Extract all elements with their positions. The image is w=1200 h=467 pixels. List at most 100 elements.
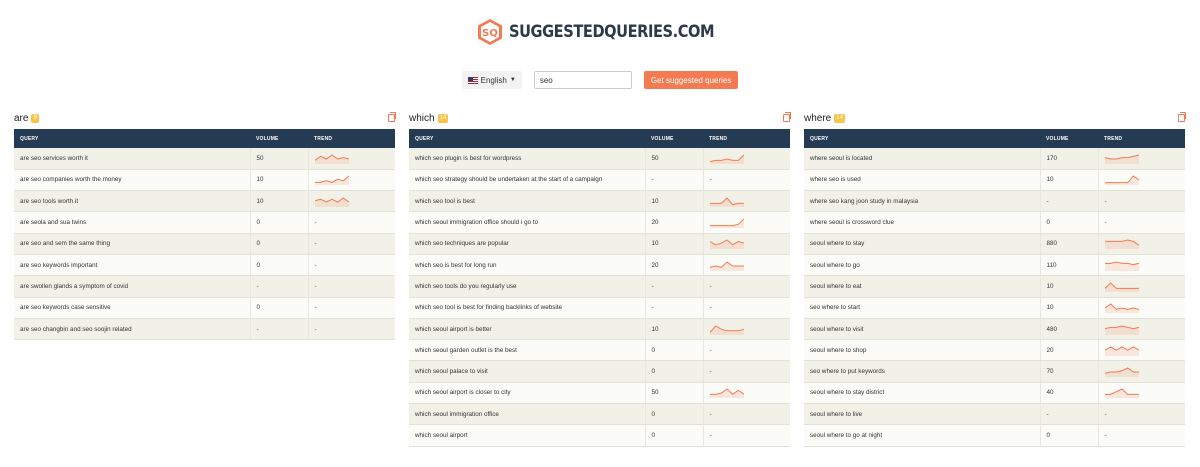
table-row[interactable]: which seo strategy should be undertaken … — [409, 169, 790, 192]
table-row[interactable]: where seoul is crossword clue 0 - — [804, 211, 1185, 234]
volume-cell: 20 — [645, 254, 704, 277]
query-cell[interactable]: are seola and sua twins — [14, 211, 251, 234]
query-cell[interactable]: which seo tools do you regularly use — [409, 275, 646, 298]
table-row[interactable]: are seo keywords important 0 - — [14, 254, 395, 277]
trend-header[interactable]: TREND — [1098, 129, 1185, 148]
query-cell[interactable]: which seoul garden outlet is the best — [409, 339, 646, 362]
table-row[interactable]: seoul where to stay district 40 — [804, 382, 1185, 405]
copy-icon[interactable] — [1178, 112, 1186, 122]
query-cell[interactable]: which seo techniques are popular — [409, 233, 646, 255]
volume-header[interactable]: VOLUME — [645, 129, 703, 148]
trend-sparkline — [709, 388, 744, 399]
trend-header[interactable]: TREND — [703, 129, 790, 148]
query-cell[interactable]: where seoul is crossword clue — [804, 211, 1041, 234]
table-row[interactable]: are seo companies worth the money 10 — [14, 169, 395, 192]
query-cell[interactable]: which seo strategy should be undertaken … — [409, 169, 646, 192]
query-cell[interactable]: seoul where to go at night — [804, 424, 1041, 447]
table-row[interactable]: which seoul garden outlet is the best 0 … — [409, 339, 790, 362]
query-cell[interactable]: which seoul airport is better — [409, 318, 646, 341]
table-row[interactable]: which seo tool is best 10 — [409, 190, 790, 213]
query-cell[interactable]: which seoul airport — [409, 424, 646, 447]
table-row[interactable]: which seoul airport is better 10 — [409, 318, 790, 341]
table-row[interactable]: seoul where to stay 880 — [804, 233, 1185, 255]
query-cell[interactable]: which seo tool is best for finding backl… — [409, 297, 646, 319]
table-row[interactable]: seoul where to live - - — [804, 403, 1185, 426]
query-cell[interactable]: seoul where to go — [804, 254, 1041, 277]
volume-header[interactable]: VOLUME — [1040, 129, 1098, 148]
query-cell[interactable]: are seo services worth it — [14, 148, 251, 170]
table-row[interactable]: are seo services worth it 50 — [14, 148, 395, 170]
query-cell[interactable]: which seo is best for long run — [409, 254, 646, 277]
table-row[interactable]: are seo changbin and seo soojin related … — [14, 318, 395, 341]
table-row[interactable]: seoul where to eat 10 — [804, 275, 1185, 298]
search-input[interactable] — [533, 71, 632, 89]
query-cell[interactable]: are seo keywords case sensitive — [14, 297, 251, 319]
table-row[interactable]: which seoul palace to visit 0 - — [409, 360, 790, 383]
query-cell[interactable]: seoul where to stay — [804, 233, 1041, 255]
table-row[interactable]: seoul where to go 110 — [804, 254, 1185, 277]
table-row[interactable]: where seoul is located 170 — [804, 148, 1185, 170]
query-cell[interactable]: seoul where to shop — [804, 339, 1041, 362]
query-cell[interactable]: which seoul immigration office should i … — [409, 211, 646, 234]
table-row[interactable]: are swollen glands a symptom of covid - … — [14, 275, 395, 298]
query-cell[interactable]: seoul where to stay district — [804, 382, 1041, 405]
table-row[interactable]: which seoul airport 0 - — [409, 424, 790, 447]
query-cell[interactable]: which seo tool is best — [409, 190, 646, 213]
table-row[interactable]: seo where to put keywords 70 — [804, 360, 1185, 383]
query-cell[interactable]: where seo kang joon study in malaysia — [804, 190, 1041, 213]
table-row[interactable]: which seo plugin is best for wordpress 5… — [409, 148, 790, 170]
query-header[interactable]: QUERY — [804, 129, 1040, 148]
query-cell[interactable]: are seo and sem the same thing — [14, 233, 251, 255]
table-row[interactable]: seoul where to go at night 0 - — [804, 424, 1185, 447]
table-row[interactable]: are seola and sua twins 0 - — [14, 211, 395, 234]
query-cell[interactable]: where seo is used — [804, 169, 1041, 192]
table-row[interactable]: are seo keywords case sensitive 0 - — [14, 297, 395, 319]
table-row[interactable]: which seoul immigration office 0 - — [409, 403, 790, 426]
table-row[interactable]: are seo tools worth it 10 — [14, 190, 395, 213]
table-row[interactable]: are seo and sem the same thing 0 - — [14, 233, 395, 255]
get-suggested-queries-button[interactable]: Get suggested queries — [643, 71, 739, 89]
table-row[interactable]: which seo tools do you regularly use - - — [409, 275, 790, 298]
query-cell[interactable]: are swollen glands a symptom of covid — [14, 275, 251, 298]
table-row[interactable]: which seo tool is best for finding backl… — [409, 297, 790, 319]
query-cell[interactable]: seoul where to visit — [804, 318, 1041, 341]
table-row[interactable]: which seo techniques are popular 10 — [409, 233, 790, 255]
query-header[interactable]: QUERY — [409, 129, 645, 148]
column-title: which — [409, 112, 435, 124]
table-row[interactable]: which seo is best for long run 20 — [409, 254, 790, 277]
table-row[interactable]: which seoul airport is closer to city 50 — [409, 382, 790, 405]
query-cell[interactable]: where seoul is located — [804, 148, 1041, 170]
column-title: where — [804, 112, 832, 124]
table-row[interactable]: where seo is used 10 — [804, 169, 1185, 192]
results-column-which: which 14 QUERY VOLUME TREND which seo pl… — [409, 112, 791, 447]
volume-cell: 0 — [645, 360, 704, 383]
copy-icon[interactable] — [388, 112, 396, 122]
language-dropdown[interactable]: English ▼ — [461, 71, 522, 89]
table-header-row: QUERY VOLUME TREND — [409, 129, 790, 148]
table-row[interactable]: where seo kang joon study in malaysia - … — [804, 190, 1185, 213]
query-header[interactable]: QUERY — [14, 129, 250, 148]
volume-cell: - — [1040, 403, 1099, 426]
trend-area — [1104, 346, 1139, 356]
query-cell[interactable]: which seoul immigration office — [409, 403, 646, 426]
table-row[interactable]: seo where to start 10 — [804, 297, 1185, 319]
query-cell[interactable]: are seo changbin and seo soojin related — [14, 318, 251, 341]
query-cell[interactable]: are seo tools worth it — [14, 190, 251, 213]
query-cell[interactable]: are seo keywords important — [14, 254, 251, 277]
copy-icon[interactable] — [783, 112, 791, 122]
query-cell[interactable]: seoul where to live — [804, 403, 1041, 426]
brand-name[interactable]: SUGGESTEDQUERIES.COM — [509, 22, 715, 42]
table-row[interactable]: which seoul immigration office should i … — [409, 211, 790, 234]
trend-header[interactable]: TREND — [308, 129, 395, 148]
logo-icon[interactable]: SQ — [477, 18, 503, 46]
query-cell[interactable]: are seo companies worth the money — [14, 169, 251, 192]
query-cell[interactable]: seoul where to eat — [804, 275, 1041, 298]
query-cell[interactable]: which seo plugin is best for wordpress — [409, 148, 646, 170]
query-cell[interactable]: seo where to put keywords — [804, 360, 1041, 383]
table-row[interactable]: seoul where to shop 20 — [804, 339, 1185, 362]
table-row[interactable]: seoul where to visit 480 — [804, 318, 1185, 341]
volume-header[interactable]: VOLUME — [250, 129, 308, 148]
query-cell[interactable]: which seoul palace to visit — [409, 360, 646, 383]
query-cell[interactable]: seo where to start — [804, 297, 1041, 319]
query-cell[interactable]: which seoul airport is closer to city — [409, 382, 646, 405]
